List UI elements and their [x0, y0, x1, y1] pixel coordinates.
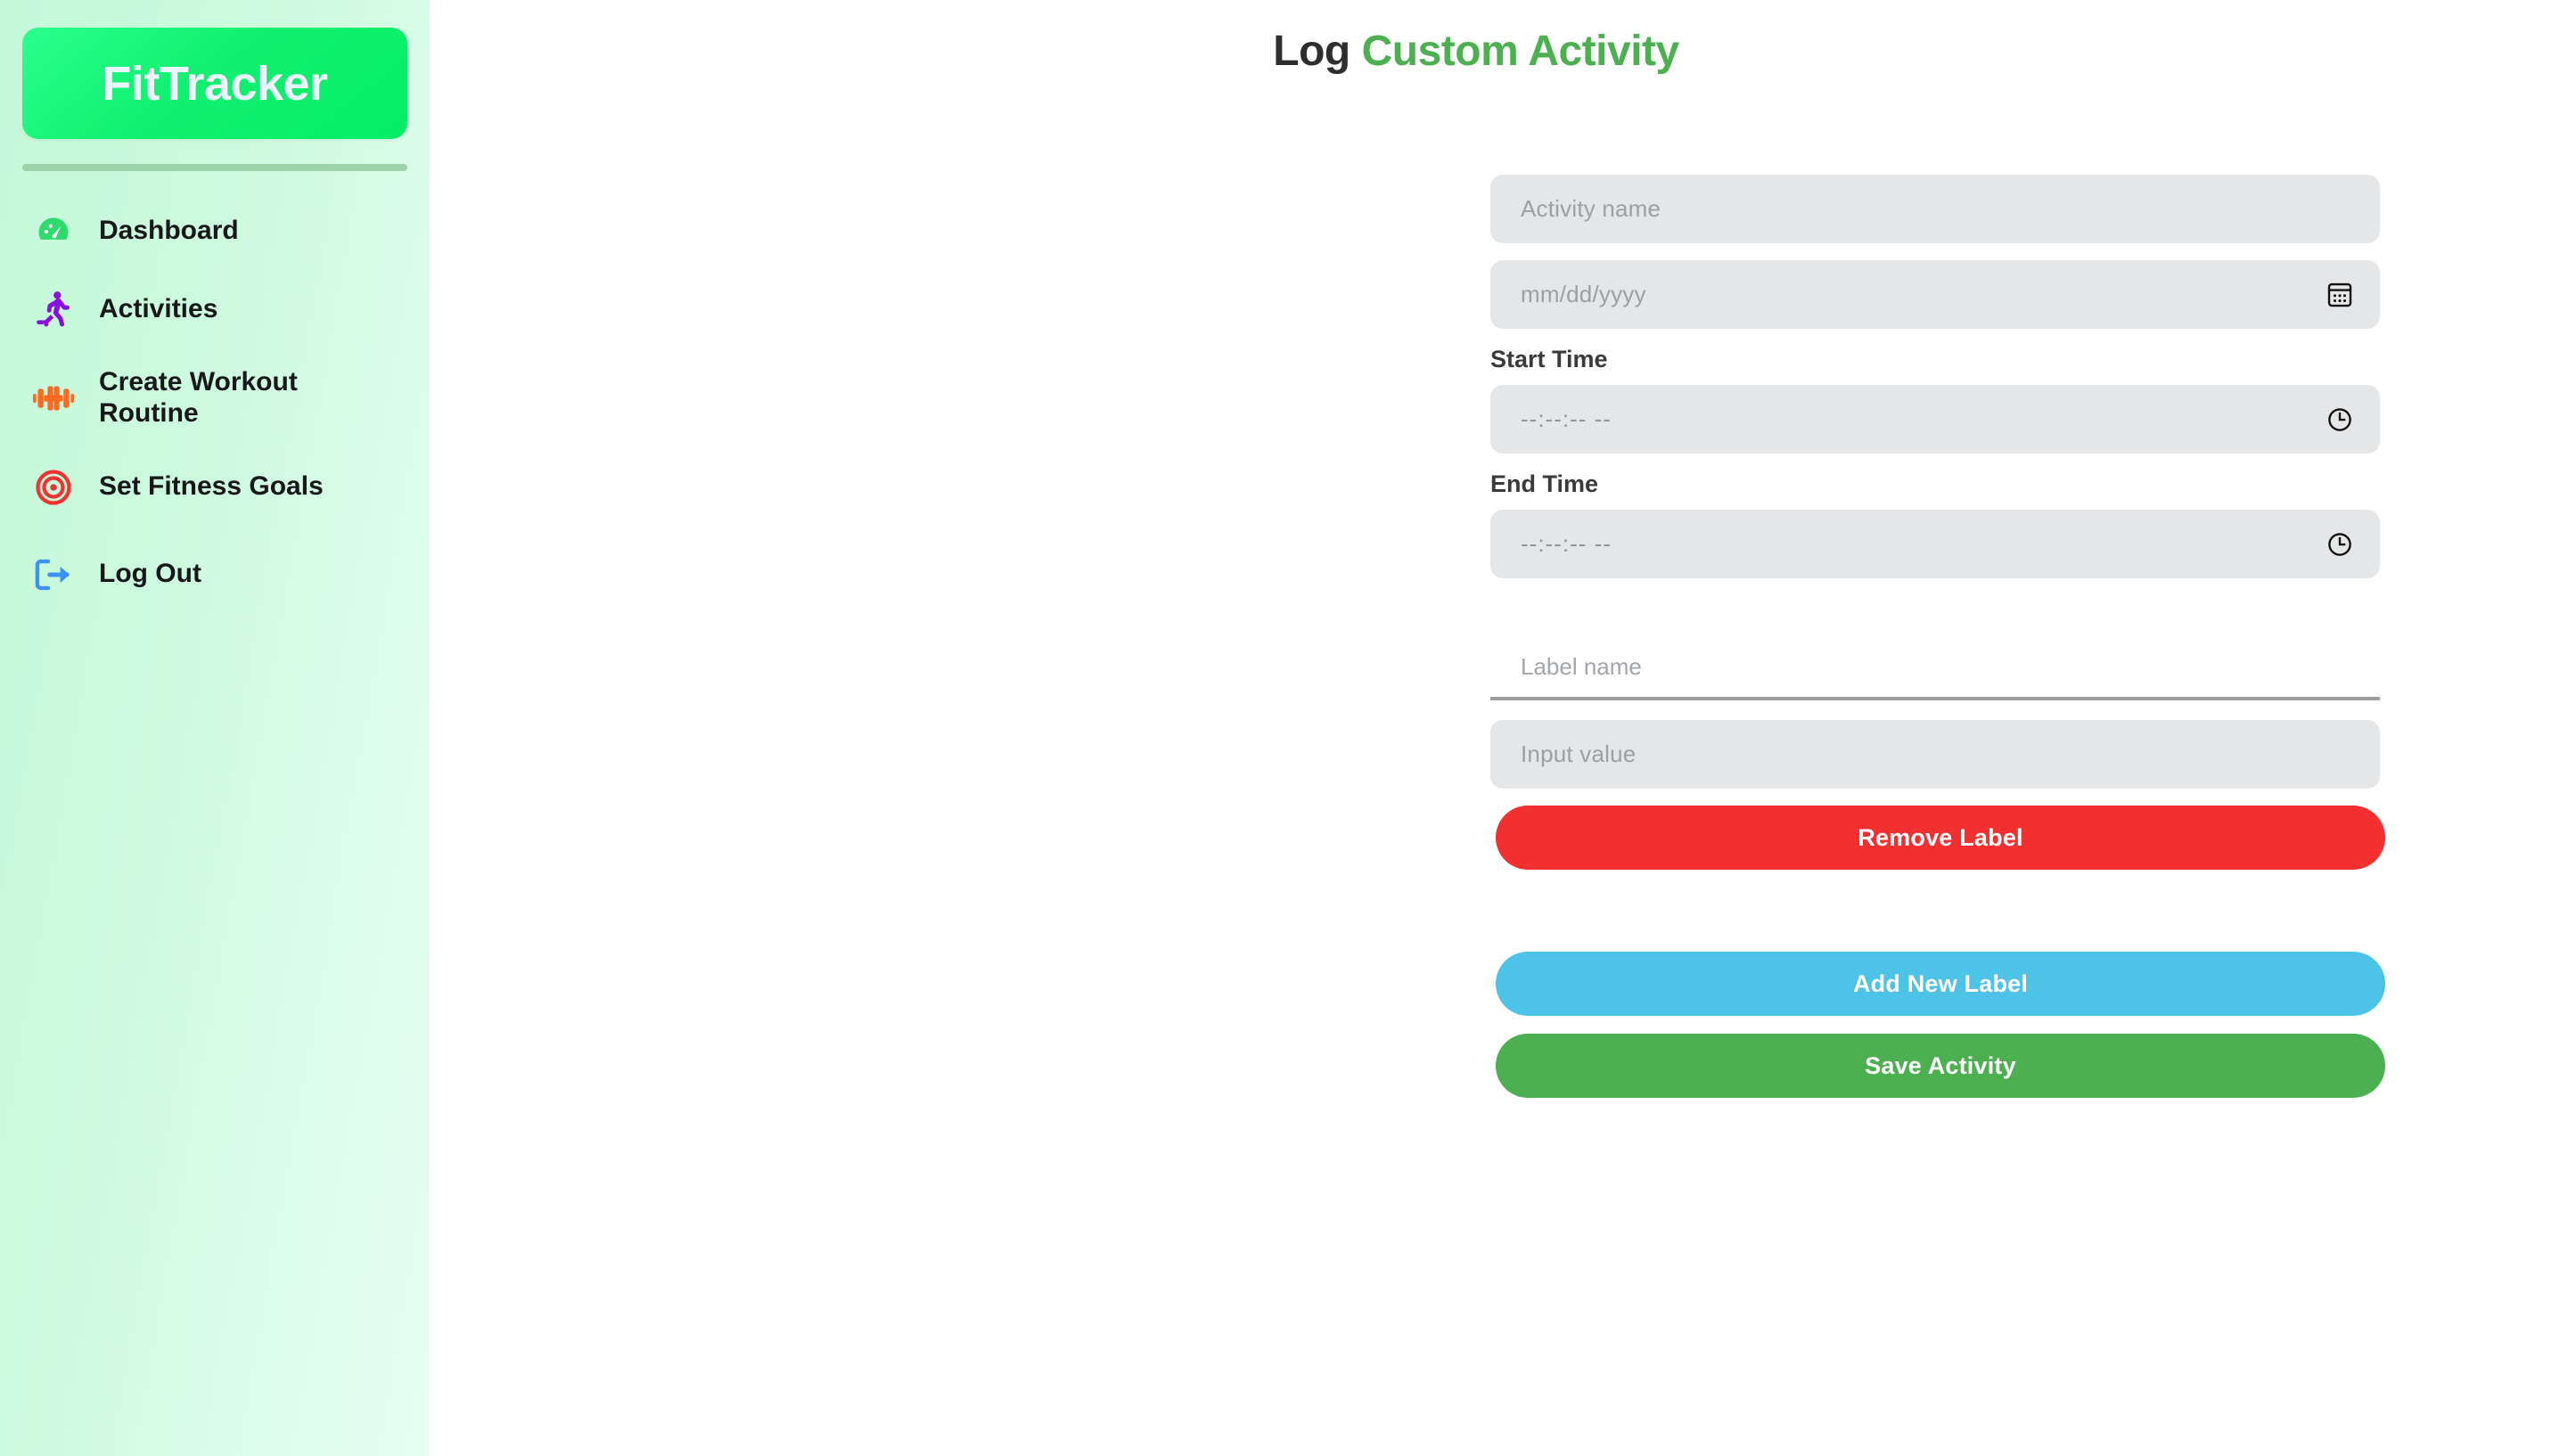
sidebar-item-label: Set Fitness Goals — [99, 471, 324, 502]
app-root: FitTracker Dashboard Activities Create W… — [0, 0, 2576, 1456]
date-placeholder: mm/dd/yyyy — [1521, 281, 1646, 307]
page-title-accent: Custom Activity — [1361, 28, 1680, 75]
sidebar-item-create-workout-routine[interactable]: Create Workout Routine — [22, 356, 407, 440]
start-time-placeholder: --:--:-- -- — [1521, 405, 1612, 432]
sidebar-item-set-fitness-goals[interactable]: Set Fitness Goals — [22, 456, 407, 519]
target-icon — [33, 469, 74, 506]
dumbbell-icon — [33, 384, 74, 413]
end-time-placeholder: --:--:-- -- — [1521, 530, 1612, 557]
sidebar-item-label: Dashboard — [99, 215, 239, 245]
brand-logo[interactable]: FitTracker — [22, 28, 407, 139]
sidebar-item-dashboard[interactable]: Dashboard — [22, 200, 407, 262]
clock-icon[interactable] — [2325, 405, 2355, 435]
activity-name-placeholder: Activity name — [1521, 195, 1661, 222]
clock-icon[interactable] — [2325, 529, 2355, 560]
sidebar-item-label: Activities — [99, 293, 218, 323]
main-content: Log Custom Activity Activity name mm/dd/… — [430, 0, 2576, 1456]
add-new-label-button[interactable]: Add New Label — [1496, 952, 2385, 1016]
end-time-label: End Time — [1490, 470, 1599, 497]
save-activity-button[interactable]: Save Activity — [1496, 1034, 2385, 1098]
sidebar-item-label: Log Out — [99, 559, 201, 589]
start-time-label: Start Time — [1490, 346, 1608, 372]
brand-logo-text: FitTracker — [102, 56, 328, 110]
page-title: Log Custom Activity — [376, 27, 2576, 76]
date-field[interactable]: mm/dd/yyyy — [1490, 260, 2380, 329]
sidebar-nav: Dashboard Activities Create Workout Rout… — [22, 200, 407, 606]
page-title-prefix: Log — [1273, 28, 1350, 75]
input-value-field[interactable]: Input value — [1490, 720, 2380, 789]
sidebar: FitTracker Dashboard Activities Create W… — [0, 0, 430, 1456]
input-value-placeholder: Input value — [1521, 740, 1637, 767]
start-time-field[interactable]: --:--:-- -- — [1490, 385, 2380, 454]
sidebar-divider — [22, 164, 407, 171]
activity-name-field[interactable]: Activity name — [1490, 175, 2380, 243]
remove-label-button[interactable]: Remove Label — [1496, 806, 2385, 870]
speedometer-icon — [33, 211, 74, 250]
log-custom-activity-form: Activity name mm/dd/yyyy Start Time --:-… — [1490, 175, 2385, 1098]
running-person-icon — [33, 290, 74, 329]
logout-icon — [33, 558, 74, 592]
sidebar-item-label: Create Workout Routine — [99, 367, 298, 428]
end-time-field[interactable]: --:--:-- -- — [1490, 510, 2380, 578]
label-name-field[interactable]: Label name — [1490, 636, 2380, 700]
calendar-icon[interactable] — [2325, 280, 2355, 310]
sidebar-item-log-out[interactable]: Log Out — [22, 544, 407, 606]
sidebar-item-activities[interactable]: Activities — [22, 278, 407, 340]
label-name-placeholder: Label name — [1521, 652, 1642, 680]
